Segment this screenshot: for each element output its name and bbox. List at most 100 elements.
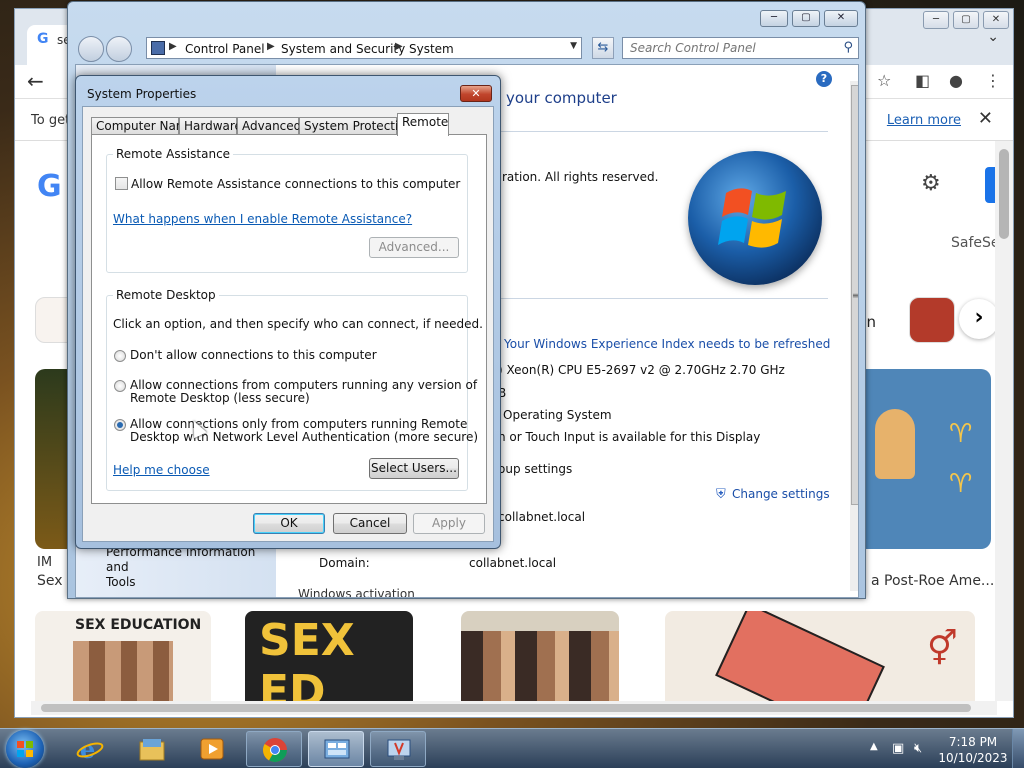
scroll-thumb[interactable] [41,704,971,712]
internet-explorer-icon: e [76,736,104,762]
scroll-grip-icon: ≡ [852,291,859,300]
remote-tab-page: Remote Assistance Allow Remote Assistanc… [91,134,487,504]
profile-avatar-icon[interactable]: ● [949,71,963,90]
apply-button[interactable]: Apply [413,513,485,534]
processor-value: ) Xeon(R) CPU E5-2697 v2 @ 2.70GHz 2.70 … [498,363,785,377]
radio-dont-allow[interactable] [114,350,126,362]
side-panel-icon[interactable]: ◧ [915,71,930,90]
cp-vertical-scrollbar[interactable]: ≡ [850,81,859,591]
remote-assistance-checkbox[interactable] [115,177,128,190]
tab-system-protection[interactable]: System Protection [299,117,413,135]
radio-dont-allow-label[interactable]: Don't allow connections to this computer [130,349,377,362]
sidebar-link-performance[interactable]: Performance Information and Tools [106,545,276,590]
dialog-close-button[interactable]: ✕ [460,85,492,102]
tray-expand-icon[interactable]: ▲ [870,741,878,752]
chrome-minimize-button[interactable]: ─ [923,11,949,29]
filter-chip-image[interactable] [909,297,955,343]
radio-allow-any-version[interactable] [114,380,126,392]
refresh-icon[interactable]: ⇆ [592,37,614,59]
help-icon[interactable]: ? [816,71,832,87]
image-result-photo [461,631,619,701]
system-clock[interactable]: 7:18 PM 10/10/2023 [938,734,1008,766]
show-desktop-button[interactable] [1012,729,1024,768]
volume-muted-icon[interactable]: 🔇︎ [914,741,922,756]
forward-button[interactable] [106,36,132,62]
scroll-thumb[interactable] [999,149,1009,239]
search-icon[interactable]: ⚲ [843,40,853,55]
cp-maximize-button[interactable]: ▢ [792,10,820,27]
radio-allow-nla-only-label[interactable]: Desktop with Network Level Authenticatio… [130,431,478,444]
result-card-image[interactable]: ♈ ♈ [865,369,991,549]
cp-close-button[interactable]: ✕ [824,10,858,27]
tab-search-chevron-icon[interactable]: ⌄ [987,29,999,45]
cp-minimize-button[interactable]: ─ [760,10,788,27]
tab-advanced[interactable]: Advanced [237,117,301,135]
address-bar[interactable]: ▶ Control Panel ▶ System and Security ▶ … [146,37,582,59]
chrome-maximize-button[interactable]: ▢ [953,11,979,29]
select-users-button[interactable]: Select Users... [369,458,459,479]
radio-allow-any-version-label[interactable]: Remote Desktop (less secure) [130,392,310,405]
chevron-right-icon[interactable]: › [959,299,997,339]
remote-assistance-help-link[interactable]: What happens when I enable Remote Assist… [113,212,412,226]
clock-time: 7:18 PM [948,735,998,749]
computer-name-value: collabnet.local [498,510,586,524]
change-settings-link[interactable]: Change settings [732,487,830,501]
image-result[interactable]: SEX EDUCATION [35,611,211,701]
system-properties-dialog: System Properties ✕ Computer Name Hardwa… [75,75,501,549]
back-button[interactable] [78,36,104,62]
image-result[interactable] [461,611,619,701]
breadcrumb-separator-icon[interactable]: ▶ [169,41,177,52]
google-favicon-icon: G [37,31,49,47]
chrome-horizontal-scrollbar[interactable] [31,701,997,715]
cancel-button[interactable]: Cancel [333,513,407,534]
search-input[interactable] [623,38,833,58]
aries-symbol-icon: ♈ [949,469,973,499]
wei-refresh-link[interactable]: Your Windows Experience Index needs to b… [504,337,830,351]
address-dropdown-icon[interactable]: ▼ [570,41,577,51]
taskbar-internet-explorer[interactable]: e [62,731,118,767]
breadcrumb-separator-icon[interactable]: ▶ [267,41,275,52]
back-arrow-icon[interactable]: ← [27,69,44,93]
breadcrumb-system-security[interactable]: System and Security [281,42,405,56]
breadcrumb-system[interactable]: System [409,42,454,56]
bookmark-star-icon[interactable]: ☆ [877,71,891,90]
clock-date: 10/10/2023 [938,751,1008,765]
infobar-text: To get [31,113,71,128]
breadcrumb-control-panel[interactable]: Control Panel [185,42,265,56]
help-me-choose-link[interactable]: Help me choose [113,463,210,477]
taskbar-chrome[interactable] [246,731,302,767]
image-result[interactable]: ⚥ [665,611,975,701]
taskbar-control-panel[interactable] [308,731,364,767]
file-explorer-icon [139,739,165,761]
image-result[interactable]: SEX ED [245,611,413,701]
advanced-button[interactable]: Advanced... [369,237,459,258]
taskbar-file-explorer[interactable] [124,731,180,767]
settings-gear-icon[interactable]: ⚙ [921,171,941,196]
network-icon[interactable]: ▣ [892,741,904,756]
chrome-menu-icon[interactable]: ⋮ [985,71,1001,90]
sidebar-link-line: Performance Information and [106,545,256,574]
taskbar-system-properties[interactable] [370,731,426,767]
breadcrumb-separator-icon[interactable]: ▶ [395,41,403,52]
tab-remote[interactable]: Remote [397,113,449,136]
taskbar-media-player[interactable] [184,731,240,767]
radio-allow-nla-only[interactable] [114,419,126,431]
chrome-close-button[interactable]: ✕ [983,11,1009,29]
search-box[interactable]: ⚲ [622,37,859,59]
image-result-title: SEX EDUCATION [75,617,202,633]
tab-computer-name[interactable]: Computer Name [91,117,195,135]
learn-more-link[interactable]: Learn more [887,113,961,128]
remote-assistance-checkbox-label[interactable]: Allow Remote Assistance connections to t… [131,178,460,191]
result-title[interactable]: Sex [37,573,63,589]
gender-symbol-icon: ⚥ [927,629,958,669]
infobar-close-icon[interactable]: ✕ [978,108,993,129]
tab-hardware[interactable]: Hardware [179,117,242,135]
section-heading: oup settings [498,462,573,476]
safesearch-label[interactable]: SafeSe [951,235,997,251]
chrome-vertical-scrollbar[interactable] [995,141,1013,701]
start-button[interactable] [6,730,44,768]
cp-address-bar-row: ▶ Control Panel ▶ System and Security ▶ … [76,34,859,62]
result-title[interactable]: a Post-Roe Ame... [871,573,994,589]
google-logo[interactable]: G [37,169,62,204]
ok-button[interactable]: OK [253,513,325,534]
